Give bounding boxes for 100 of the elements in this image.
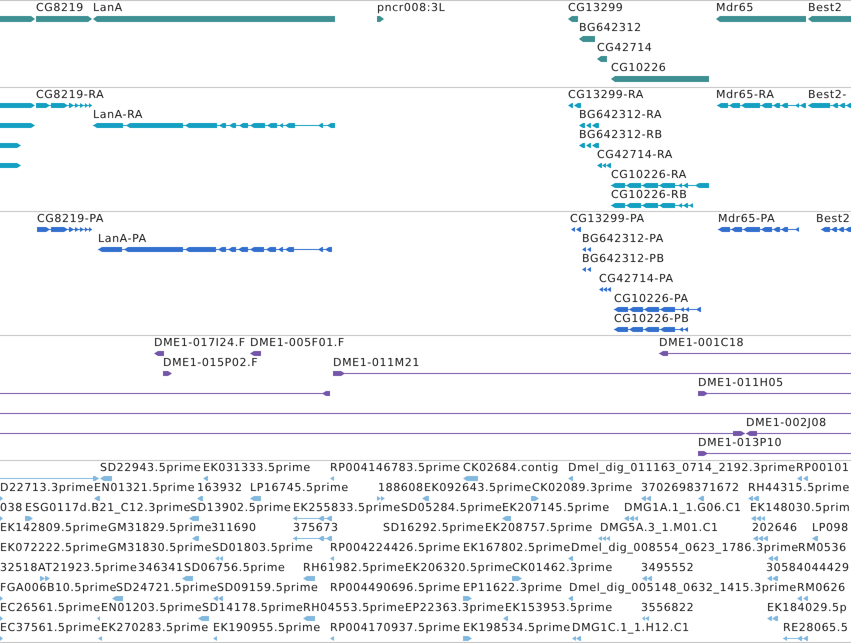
est-label: EK167802.5prime: [463, 541, 571, 555]
est-label: 202646: [752, 521, 798, 535]
clone-label: DME1-017I24.F: [154, 336, 246, 350]
gene-label: CG10226: [611, 61, 666, 75]
est-label: RM0536: [798, 541, 847, 555]
gene-label: pncr008:3L: [377, 1, 446, 15]
est-label: EP22363.3prime: [405, 601, 505, 615]
est-label: EC26561.5prime: [0, 601, 101, 615]
est-label: RP00101: [796, 461, 850, 475]
protein-label: CG10226-PA: [614, 292, 689, 306]
protein-label: CG42714-PA: [599, 272, 674, 286]
transcript-label: CG10226-RB: [611, 188, 688, 202]
transcript-label: LanA-RA: [93, 108, 144, 122]
transcript-label: CG8219-RA: [36, 88, 104, 102]
est-label: FGA006B10.5prime: [0, 581, 118, 595]
protein-label: BG642312-PA: [582, 232, 664, 246]
est-label: RE28065.5: [783, 621, 848, 635]
transcript-label: BG642312-RA: [579, 108, 662, 122]
est-label: RP004170937.5prime: [330, 621, 461, 635]
est-label: EP11622.3prime: [463, 581, 563, 595]
est-label: SD06756.5prime: [184, 561, 286, 575]
est-label: DMG1C.1_1.H12.C1: [572, 621, 690, 635]
est-label: Dmel_dig_005148_0632_1415.3prime: [569, 581, 797, 595]
est-label: DMG5A.3_1.M01.C1: [600, 521, 719, 535]
est-label: EK270283.5prime: [101, 621, 209, 635]
gene-label: Mdr65: [716, 1, 754, 15]
transcript-label: CG13299-RA: [568, 88, 644, 102]
protein-label: CG13299-PA: [570, 212, 645, 226]
transcript-label: Mdr65-RA: [716, 88, 774, 102]
transcript-label: Best2-: [808, 88, 847, 102]
gene-label: LanA: [93, 1, 123, 15]
clone-label: DME1-005F01.F: [250, 336, 345, 350]
est-label: RH61982.5prime: [303, 561, 405, 575]
est-label: EK208757.5prime: [485, 521, 593, 535]
est-label: SD09159.5prime: [217, 581, 318, 595]
protein-label: Best2: [816, 212, 850, 226]
gene-label: CG13299: [568, 1, 624, 15]
est-label: 311690: [211, 521, 257, 535]
est-label: EK190955.5prime: [213, 621, 321, 635]
est-label: AT21923.5prime: [38, 561, 138, 575]
est-label: CK02684.contig: [463, 461, 559, 475]
est-label: 038: [0, 501, 23, 515]
est-label: SD05284.5prime: [401, 501, 502, 515]
protein-label: LanA-PA: [98, 232, 147, 246]
est-label: 371672: [694, 481, 740, 495]
est-label: EK206320.5prime: [405, 561, 513, 575]
est-label: 346341: [138, 561, 184, 575]
gene-label: BG642312: [579, 21, 642, 35]
protein-label: Mdr65-PA: [718, 212, 776, 226]
est-label: EC37561.5prime: [0, 621, 101, 635]
transcript-label: BG642312-RB: [579, 128, 663, 142]
est-label: RP004224426.5prime: [330, 541, 461, 555]
est-label: 3556822: [641, 601, 694, 615]
gene-label: CG8219: [36, 1, 84, 15]
est-label: EK148030.5prim: [750, 501, 850, 515]
clone-label: DME1-011M21: [333, 356, 420, 370]
est-label: 375673: [293, 521, 339, 535]
est-label: RH44315.5prime: [748, 481, 850, 495]
est-label: SD13902.5prime: [190, 501, 292, 515]
est-label: Dmel_dig_008554_0623_1786.3prime: [571, 541, 799, 555]
est-label: 3495552: [641, 561, 694, 575]
est-label: GM31830.5prime: [108, 541, 212, 555]
est-label: EK072222.5prime: [0, 541, 108, 555]
est-label: SD24721.5prime: [116, 581, 218, 595]
est-label: EK031333.5prime: [203, 461, 311, 475]
est-label: RP004146783.5prime: [330, 461, 461, 475]
est-label: EK184029.5p: [767, 601, 848, 615]
est-label: D22713.3prime: [0, 481, 94, 495]
clone-label: DME1-011H05: [698, 376, 784, 390]
est-label: SD16292.5prime: [383, 521, 484, 535]
est-label: GM31829.5prime: [108, 521, 212, 535]
est-label: EK142809.5prime: [0, 521, 108, 535]
est-label: 32518: [0, 561, 38, 575]
est-label: EK255833.5prime: [293, 501, 401, 515]
est-label: RP004490696.5prime: [330, 581, 461, 595]
est-label: EK153953.5prime: [505, 601, 613, 615]
est-label: RH04553.5prime: [303, 601, 405, 615]
est-label: LP16745.5prime: [250, 481, 349, 495]
est-label: Dmel_dig_011163_0714_2192.3prime: [568, 461, 796, 475]
est-label: EK092643.5prime: [424, 481, 532, 495]
est-label: EN01203.5prime: [101, 601, 202, 615]
est-label: CK01462.3prime: [512, 561, 613, 575]
transcript-label: CG10226-RA: [611, 168, 687, 182]
est-label: 3702698: [641, 481, 694, 495]
est-label: EK198534.5prime: [463, 621, 571, 635]
est-label: DMG1A.1_1.G06.C1: [624, 501, 742, 515]
est-label: 163932: [197, 481, 243, 495]
est-label: 30584044429: [766, 561, 850, 575]
gene-label: Best2: [808, 1, 842, 15]
est-label: SD22943.5prime: [100, 461, 202, 475]
protein-label: BG642312-PB: [582, 252, 665, 266]
est-label: CK02089.3prime: [532, 481, 633, 495]
clone-label: DME1-001C18: [659, 336, 744, 350]
transcript-label: CG42714-RA: [597, 148, 673, 162]
protein-label: CG8219-PA: [37, 212, 104, 226]
clone-label: DME1-015P02.F: [163, 356, 258, 370]
est-label: LP098: [812, 521, 849, 535]
clone-label: DME1-002J08: [746, 416, 827, 430]
protein-label: CG10226-PB: [614, 312, 690, 326]
est-label: ESG0117d.B21_C12.3prime: [25, 501, 191, 515]
